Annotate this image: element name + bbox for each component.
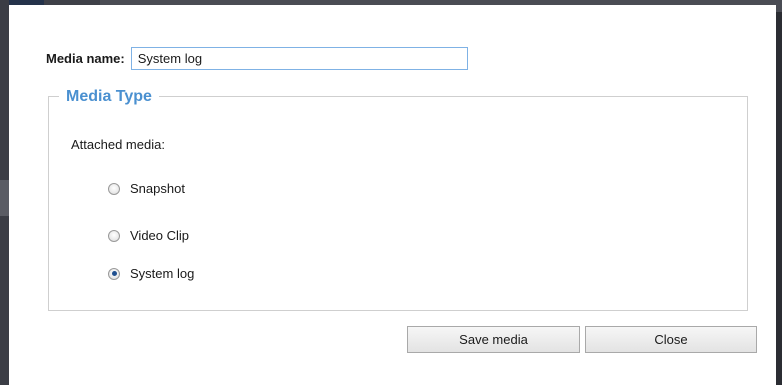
radio-snapshot-label: Snapshot [130, 181, 185, 196]
media-type-group: Media Type Attached media: Snapshot Vide… [48, 87, 748, 311]
window-left-edge-notch [0, 180, 9, 216]
radio-snapshot-circle[interactable] [108, 182, 120, 195]
radio-video-clip-label: Video Clip [130, 228, 190, 243]
media-name-label: Media name: [46, 51, 125, 66]
radio-video-clip-circle[interactable] [108, 229, 120, 242]
radio-snapshot[interactable]: Snapshot [108, 181, 185, 196]
radio-system-log[interactable]: System log [108, 266, 194, 281]
media-name-row: Media name: [46, 47, 468, 70]
save-media-button[interactable]: Save media [407, 326, 580, 353]
media-type-legend: Media Type [59, 87, 159, 107]
window-top-edge-right [100, 0, 782, 5]
window-left-edge [0, 0, 9, 385]
scrollbar[interactable] [776, 0, 782, 385]
window-top-edge [0, 0, 782, 5]
radio-video-clip[interactable]: Video Clip [108, 228, 189, 243]
attached-media-label: Attached media: [71, 137, 165, 152]
radio-system-log-label: System log [130, 266, 195, 281]
scrollbar-thumb[interactable] [776, 0, 782, 12]
media-name-input[interactable] [130, 47, 468, 70]
radio-system-log-circle[interactable] [108, 267, 120, 280]
close-button[interactable]: Close [585, 326, 757, 353]
media-dialog: Media name: Media Type Attached media: S… [0, 0, 782, 385]
